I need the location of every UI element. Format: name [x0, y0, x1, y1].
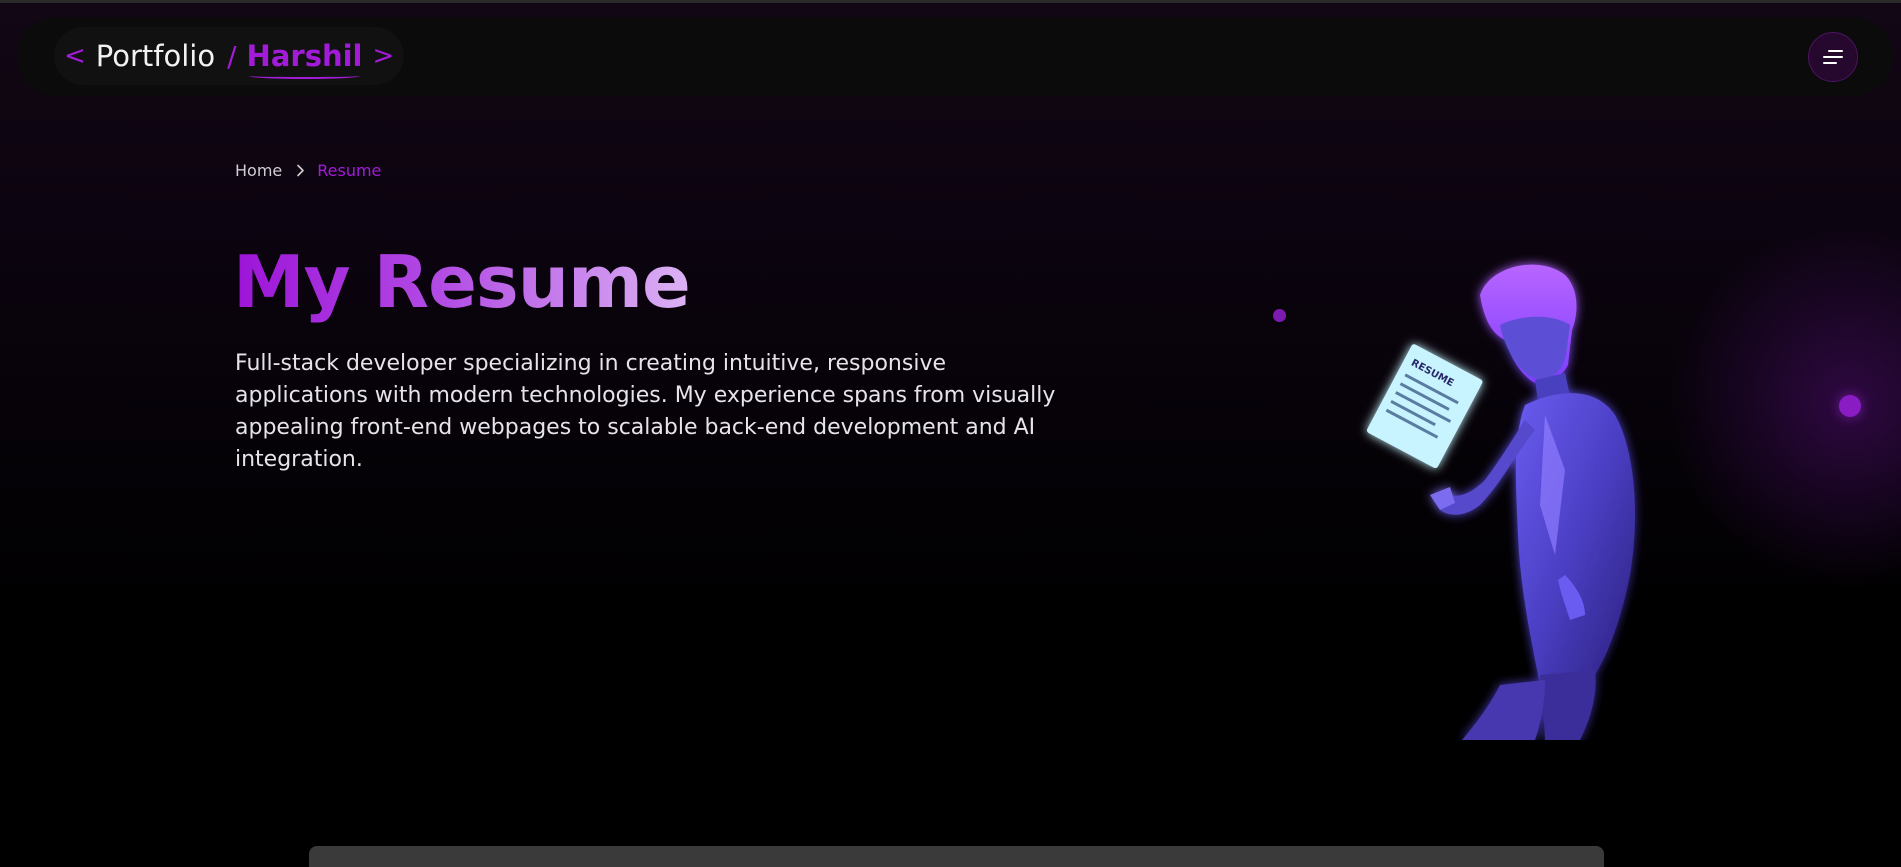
- hamburger-menu-icon: [1823, 50, 1843, 64]
- brand-slash: /: [227, 39, 237, 73]
- resume-illustration: RESUME: [1366, 264, 1635, 740]
- chevron-right-icon: [296, 164, 305, 177]
- brand-logo-link[interactable]: < Portfolio / Harshil >: [54, 27, 405, 85]
- content-card: [309, 846, 1604, 867]
- brand-name-underline: [248, 73, 361, 79]
- brand-name: Harshil: [246, 39, 363, 79]
- site-header: < Portfolio / Harshil >: [17, 17, 1893, 96]
- breadcrumb-current: Resume: [317, 161, 382, 180]
- brand-name-text: Harshil: [246, 39, 363, 73]
- brand-left-chevron: <: [64, 41, 86, 71]
- decorative-dot-large: [1839, 395, 1861, 417]
- page-title: My Resume: [233, 240, 691, 324]
- top-border: [0, 0, 1901, 3]
- page: < Portfolio / Harshil > Home Resume My R…: [0, 0, 1901, 867]
- brand-right-chevron: >: [372, 41, 395, 71]
- hero-description: Full-stack developer specializing in cre…: [235, 351, 1056, 472]
- breadcrumb: Home Resume: [235, 161, 381, 180]
- decorative-dot-small: [1273, 309, 1286, 322]
- brand-portfolio-text: Portfolio: [95, 39, 216, 73]
- breadcrumb-home-link[interactable]: Home: [235, 161, 282, 180]
- menu-button[interactable]: [1808, 32, 1858, 82]
